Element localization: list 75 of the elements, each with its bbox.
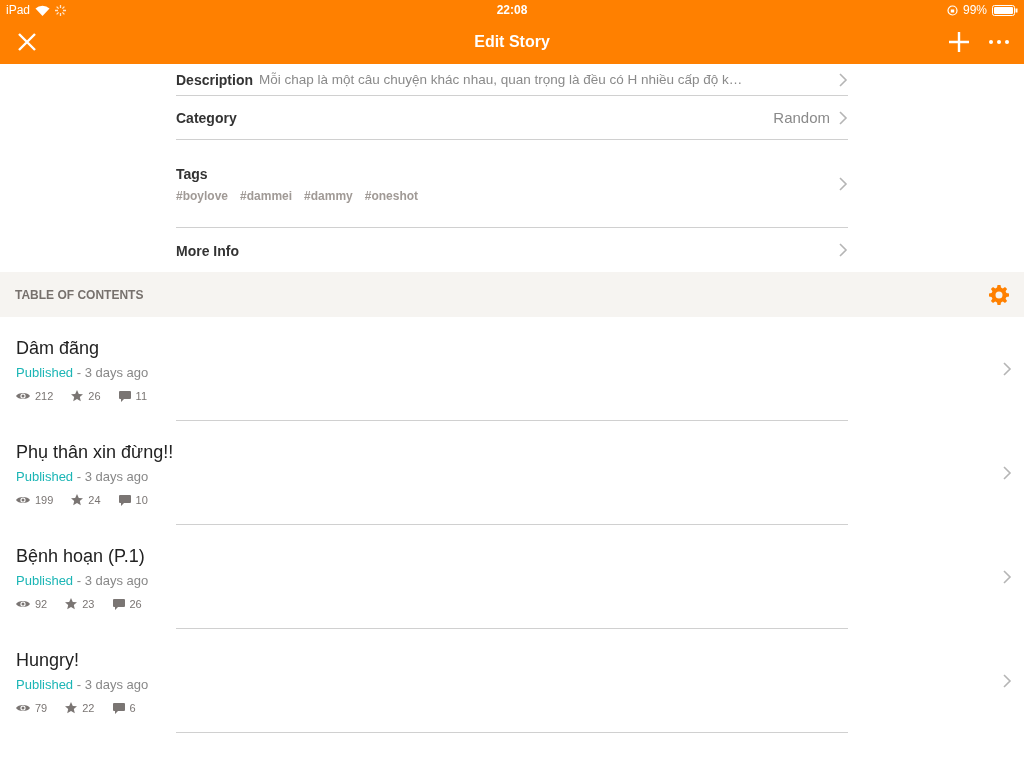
chapter-row[interactable]: Dâm đãng Published - 3 days ago 212 26 11 [0, 317, 1024, 421]
chevron-icon [1002, 570, 1012, 584]
chapter-row[interactable]: Hungry! Published - 3 days ago 79 22 6 [0, 629, 1024, 733]
comment-icon [112, 702, 125, 714]
carrier-name: iPad [6, 3, 31, 17]
comment-icon [118, 494, 131, 506]
eye-icon [16, 391, 30, 401]
star-icon [71, 390, 84, 402]
field-value: Mỗi chap là một câu chuyện khác nhau, quan trọng là đều có H nhiều cấp độ k… [259, 72, 743, 87]
view-count: 79 [35, 702, 48, 714]
gear-icon[interactable] [989, 284, 1009, 305]
chevron-icon [838, 243, 848, 257]
detail-row[interactable]: Category Random [176, 96, 848, 140]
comment-count: 11 [135, 390, 148, 402]
battery-icon [992, 4, 1018, 16]
vote-count: 26 [88, 390, 101, 402]
field-label: More Info [176, 242, 239, 259]
field-label: Category [176, 109, 237, 126]
chevron-icon [838, 176, 848, 191]
field-label: Tags [176, 166, 208, 182]
tag-label: #dammei [240, 189, 293, 203]
section-title: TABLE OF CONTENTS [15, 287, 144, 302]
chevron-icon [1002, 674, 1012, 688]
tag-label: #boylove [176, 189, 229, 203]
star-icon [65, 702, 78, 714]
view-count: 92 [35, 598, 48, 610]
chapter-title: Phụ thân xin đừng!! [16, 442, 175, 463]
comment-icon [112, 598, 125, 610]
comment-count: 6 [129, 702, 136, 714]
publish-time: - 3 days ago [75, 365, 149, 380]
field-value: Random [773, 109, 830, 126]
publish-time: - 3 days ago [75, 573, 149, 588]
eye-icon [16, 703, 30, 713]
comment-count: 26 [129, 598, 142, 610]
tag-label: #dammy [304, 189, 353, 203]
chapter-row[interactable]: Phụ thân xin đừng!! Published - 3 days ago 199 24 10 [0, 421, 1024, 525]
eye-icon [16, 599, 30, 609]
chevron-icon [838, 110, 848, 125]
chapter-title: Hungry! [16, 650, 81, 671]
vote-count: 23 [82, 598, 95, 610]
vote-count: 22 [82, 702, 95, 714]
publish-time: - 3 days ago [75, 469, 149, 484]
screen-title: Edit Story [474, 33, 550, 51]
wifi-icon [35, 4, 51, 16]
comment-icon [118, 390, 131, 402]
chevron-icon [1002, 466, 1012, 480]
vote-count: 24 [88, 494, 101, 506]
battery-percent: 99% [962, 3, 987, 17]
view-count: 199 [35, 494, 54, 506]
detail-row[interactable]: More Info [176, 228, 848, 272]
star-icon [71, 494, 84, 506]
chapter-row[interactable]: Bệnh hoạn (P.1) Published - 3 days ago 92 23 26 [0, 525, 1024, 629]
publish-time: - 3 days ago [75, 677, 149, 692]
comment-count: 10 [135, 494, 148, 506]
view-count: 212 [35, 390, 54, 402]
chapter-title: Dâm đãng [16, 338, 101, 359]
chapter-title: Bệnh hoạn (P.1) [16, 546, 146, 567]
detail-row[interactable]: Tags #boylove #dammei #dammy #oneshot [176, 140, 848, 228]
plus-icon [949, 32, 969, 52]
publish-status: Published [16, 573, 74, 588]
activity-spinner-icon [55, 4, 67, 16]
close-icon [18, 33, 36, 51]
publish-status: Published [16, 677, 74, 692]
eye-icon [16, 495, 30, 505]
tag-label: #oneshot [364, 189, 419, 203]
chevron-icon [1002, 362, 1012, 376]
rotation-lock-icon [946, 4, 958, 16]
chevron-icon [838, 72, 848, 87]
publish-status: Published [16, 365, 74, 380]
star-icon [65, 598, 78, 610]
status-time: 22:08 [496, 3, 528, 17]
more-icon [989, 40, 1009, 44]
field-label: Description [176, 71, 253, 88]
detail-row[interactable]: Description Mỗi chap là một câu chuyện khác nhau, quan trọng là đều có H nhiều cấp độ k… [176, 54, 848, 96]
publish-status: Published [16, 469, 74, 484]
